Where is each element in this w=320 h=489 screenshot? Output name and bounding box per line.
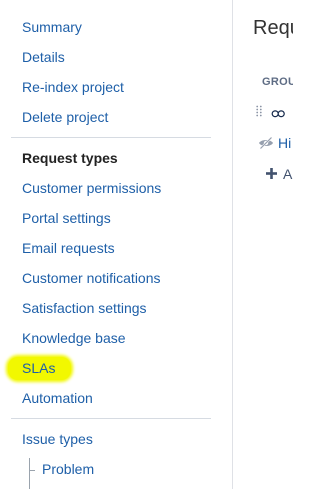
- hidden-eye-icon: [259, 136, 273, 150]
- sidebar-item-issue-types[interactable]: Issue types: [22, 430, 93, 448]
- sidebar-item-request-types[interactable]: Request types: [22, 149, 118, 167]
- sidebar-item-satisfaction-settings[interactable]: Satisfaction settings: [22, 299, 147, 317]
- group-column-header: GROU: [262, 76, 293, 88]
- page-title: Requ: [253, 17, 293, 39]
- plus-icon: [266, 168, 277, 179]
- add-request-type-button[interactable]: A: [283, 165, 292, 183]
- sidebar-item-email-requests[interactable]: Email requests: [22, 239, 115, 257]
- sidebar-item-customer-permissions[interactable]: Customer permissions: [22, 179, 161, 197]
- sidebar-item-customer-notifications[interactable]: Customer notifications: [22, 269, 161, 287]
- sidebar-item-automation[interactable]: Automation: [22, 389, 93, 407]
- sidebar-item-summary[interactable]: Summary: [22, 18, 82, 36]
- drag-handle-icon[interactable]: [256, 105, 262, 117]
- sidebar-item-reindex-project[interactable]: Re-index project: [22, 78, 124, 96]
- sidebar-item-slas[interactable]: SLAs: [22, 359, 55, 377]
- sidebar-item-delete-project[interactable]: Delete project: [22, 108, 108, 126]
- hidden-request-types-link[interactable]: Hi: [278, 134, 291, 152]
- sidebar-item-portal-settings[interactable]: Portal settings: [22, 209, 111, 227]
- sidebar-divider: [11, 137, 211, 138]
- tree-connector-branch: [29, 470, 35, 471]
- project-settings-sidebar: Summary Details Re-index project Delete …: [0, 0, 232, 489]
- app-root: Summary Details Re-index project Delete …: [0, 0, 293, 489]
- sidebar-item-details[interactable]: Details: [22, 48, 65, 66]
- request-group-name[interactable]: ထ: [271, 103, 285, 121]
- sidebar-item-knowledge-base[interactable]: Knowledge base: [22, 329, 126, 347]
- sidebar-divider: [11, 418, 211, 419]
- sidebar-subitem-problem[interactable]: Problem: [42, 460, 94, 478]
- main-content: Requ GROU ထ Hi A: [233, 0, 293, 489]
- tree-connector-line: [29, 458, 30, 489]
